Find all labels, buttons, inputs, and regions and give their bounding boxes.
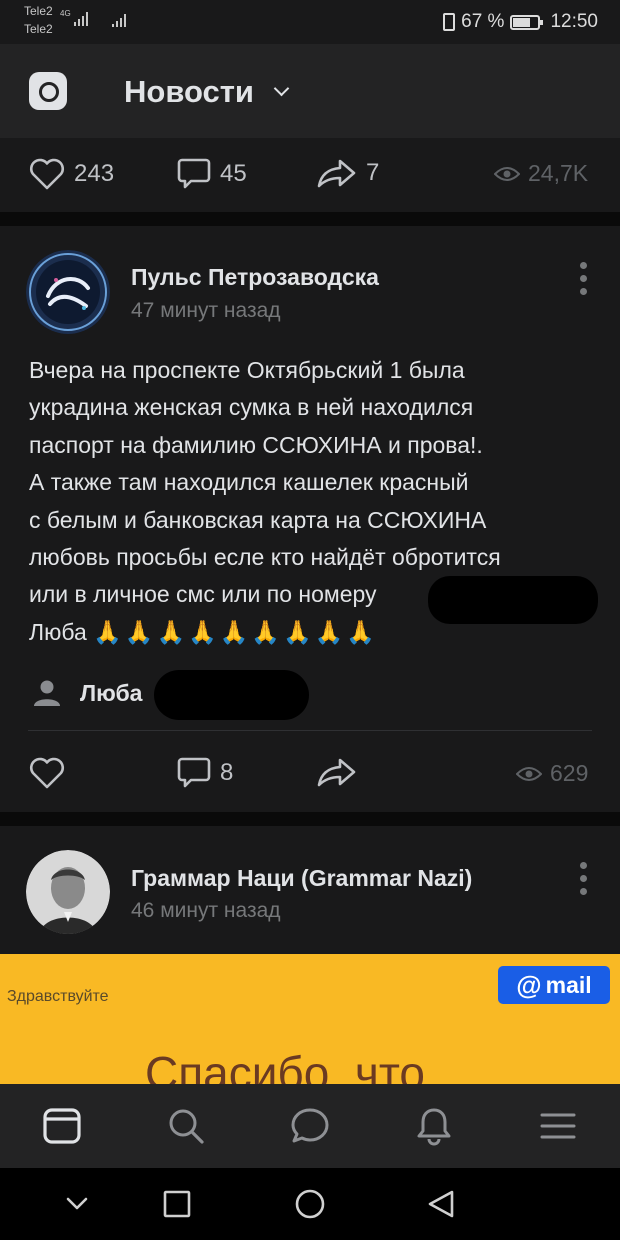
- clock: 12:50: [550, 11, 598, 32]
- ad-headline: Спасибо, что: [145, 1047, 425, 1084]
- post-line: любовь просьбы есле кто найдёт обротится: [29, 544, 501, 571]
- like-count: 243: [74, 160, 115, 187]
- app-header: [0, 44, 620, 138]
- eye-icon: [494, 166, 520, 181]
- like-button[interactable]: 243: [28, 157, 114, 191]
- heart-icon: [30, 757, 64, 789]
- eye-icon: [516, 766, 542, 781]
- post-time: 47 минут назад: [131, 299, 281, 322]
- signal-icon-2: [112, 14, 126, 27]
- comment-icon: [177, 158, 211, 189]
- share-button[interactable]: [316, 756, 358, 788]
- post-author[interactable]: Пульс Петрозаводска: [131, 264, 379, 291]
- post-line: паспорт на фамилию ССЮХИНА и прова!.: [29, 431, 483, 458]
- avatar[interactable]: [26, 850, 110, 934]
- redaction: [154, 670, 309, 720]
- mail-brand: mail: [545, 971, 592, 998]
- recent-apps-icon[interactable]: [163, 1190, 191, 1218]
- battery-percent: 67 %: [461, 11, 505, 32]
- more-icon[interactable]: [580, 862, 588, 895]
- pray-emoji: 🙏🙏🙏🙏🙏🙏🙏🙏🙏: [93, 618, 378, 645]
- heart-icon: [30, 158, 64, 190]
- like-button[interactable]: [28, 756, 66, 790]
- signer-name: Люба: [80, 679, 143, 706]
- ad-greeting: Здравствуйте: [7, 988, 109, 1005]
- share-button[interactable]: 7: [316, 157, 379, 189]
- comment-icon: [177, 757, 211, 788]
- user-icon: [34, 680, 60, 706]
- share-count: 7: [366, 159, 380, 186]
- share-icon: [317, 159, 356, 188]
- comment-count: 45: [220, 160, 247, 187]
- post-time: 46 минут назад: [131, 899, 281, 922]
- mail-logo: @ mail: [498, 966, 610, 1004]
- post-line: А также там находился кашелек красный: [29, 469, 469, 496]
- home-icon[interactable]: [294, 1188, 326, 1220]
- comment-button[interactable]: 8: [176, 756, 233, 790]
- post-line: украдина женская сумка в ней находился: [29, 394, 474, 421]
- views-count: 629: [550, 760, 589, 786]
- search-icon[interactable]: [166, 1106, 206, 1146]
- post-author[interactable]: Граммар Наци (Grammar Nazi): [131, 865, 472, 892]
- views-count: 24,7K: [528, 160, 589, 186]
- news-icon[interactable]: [42, 1106, 82, 1146]
- page-title[interactable]: Новости: [124, 74, 254, 110]
- post-signer[interactable]: Люба: [32, 678, 142, 708]
- post-line: с белым и банковская карта на ССЮХИНА: [29, 506, 487, 533]
- system-navigation: [0, 1168, 620, 1240]
- post-line: Вчера на проспекте Октябрьский 1 была: [29, 357, 465, 383]
- redaction: [428, 576, 598, 624]
- comment-count: 8: [220, 759, 234, 786]
- avatar[interactable]: [26, 250, 110, 334]
- battery-icon: [510, 14, 544, 30]
- views-counter: 629: [516, 760, 588, 787]
- bottom-tabbar: [0, 1084, 620, 1168]
- notifications-icon[interactable]: [414, 1106, 454, 1146]
- share-icon: [317, 758, 356, 787]
- more-icon[interactable]: [580, 262, 588, 295]
- post-line: Люба: [29, 618, 87, 645]
- signal-icon: [74, 12, 88, 26]
- back-icon[interactable]: [426, 1189, 456, 1219]
- ad-banner[interactable]: Здравствуйте @ mail Спасибо, что: [0, 954, 620, 1084]
- divider: [28, 730, 592, 731]
- menu-icon[interactable]: [538, 1106, 578, 1146]
- status-bar: Tele2 Tele2 4G 67 % 12:50: [0, 0, 620, 44]
- camera-icon[interactable]: [29, 72, 67, 110]
- carrier-1: Tele2: [24, 4, 53, 18]
- carrier-2: Tele2: [24, 22, 53, 36]
- vibrate-icon: [443, 13, 456, 31]
- messages-icon[interactable]: [290, 1106, 330, 1146]
- comment-button[interactable]: 45: [176, 157, 247, 191]
- network-type: 4G: [60, 9, 71, 18]
- chevron-down-icon[interactable]: [64, 1192, 90, 1214]
- views-counter: 24,7K: [494, 160, 588, 187]
- at-icon: @: [516, 969, 542, 1000]
